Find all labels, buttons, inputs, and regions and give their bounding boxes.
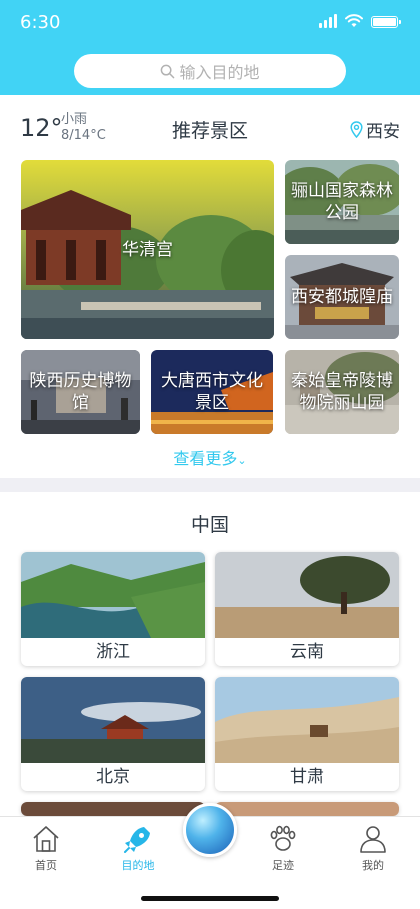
spot-card-tang-west-market[interactable]: 大唐西市文化景区 — [151, 350, 273, 434]
province-photo — [215, 677, 399, 763]
status-time: 6:30 — [20, 12, 61, 33]
signal-icon — [319, 14, 337, 28]
spot-label: 陕西历史博物馆 — [29, 371, 132, 413]
province-photo — [21, 677, 205, 763]
china-title: 中国 — [190, 514, 229, 536]
province-card-gansu[interactable]: 甘肃 — [215, 677, 399, 791]
chevron-down-icon: ⌄ — [237, 454, 247, 467]
tab-label: 足迹 — [272, 859, 294, 872]
spot-card-history-museum[interactable]: 陕西历史博物馆 — [21, 350, 140, 434]
home-indicator — [141, 896, 279, 901]
location-city: 西安 — [366, 122, 400, 142]
spot-label: 骊山国家森林公园 — [291, 181, 393, 223]
spot-card-huaqing[interactable]: 华清宫 — [21, 160, 274, 339]
province-card-partial[interactable] — [215, 802, 399, 816]
section-divider — [0, 478, 420, 492]
spot-label: 大唐西市文化景区 — [161, 371, 263, 413]
province-name: 甘肃 — [290, 767, 324, 787]
spot-label: 华清宫 — [122, 239, 173, 260]
tab-label: 我的 — [362, 859, 384, 872]
paw-icon — [270, 825, 296, 851]
wifi-icon — [345, 14, 363, 27]
home-icon — [33, 826, 59, 852]
tab-destination[interactable]: 目的地 — [108, 823, 168, 873]
tab-mine[interactable]: 我的 — [343, 823, 403, 873]
province-photo — [215, 552, 399, 638]
province-photo — [215, 802, 399, 816]
status-icons — [319, 14, 401, 28]
location-selector[interactable]: 西安 — [350, 117, 400, 142]
spot-label: 西安都城隍庙 — [291, 287, 393, 307]
search-placeholder: 输入目的地 — [179, 63, 260, 82]
app-screen: 6:30 输入目的地 12° 小雨 8/14°C 推荐景区 西安 华清宫 骊山国… — [0, 0, 420, 909]
search-input[interactable]: 输入目的地 — [74, 54, 346, 88]
spot-label: 秦始皇帝陵博物院丽山园 — [291, 371, 393, 413]
view-more-label: 查看更多 — [173, 449, 238, 468]
province-photo — [21, 552, 205, 638]
province-name: 云南 — [290, 642, 324, 662]
tab-footprint[interactable]: 足迹 — [253, 823, 313, 873]
view-more-link[interactable]: 查看更多⌄ — [0, 445, 420, 469]
province-card-zhejiang[interactable]: 浙江 — [21, 552, 205, 666]
province-card-beijing[interactable]: 北京 — [21, 677, 205, 791]
province-photo — [21, 802, 205, 816]
spot-card-chenghuang[interactable]: 西安都城隍庙 — [285, 255, 399, 339]
location-pin-icon — [350, 121, 363, 138]
province-card-partial[interactable] — [21, 802, 205, 816]
tab-home[interactable]: 首页 — [16, 823, 76, 873]
user-icon — [360, 826, 386, 853]
search-icon — [161, 64, 175, 78]
province-card-yunnan[interactable]: 云南 — [215, 552, 399, 666]
tab-label: 首页 — [35, 859, 57, 872]
tab-label: 目的地 — [121, 859, 155, 872]
province-name: 北京 — [96, 767, 130, 787]
globe-icon[interactable] — [183, 803, 237, 857]
spot-card-lishan[interactable]: 骊山国家森林公园 — [285, 160, 399, 244]
province-name: 浙江 — [96, 642, 130, 662]
spot-card-qin-mausoleum[interactable]: 秦始皇帝陵博物院丽山园 — [285, 350, 399, 434]
battery-icon — [371, 16, 401, 28]
rocket-icon — [124, 827, 150, 853]
top-header: 6:30 输入目的地 — [0, 0, 420, 95]
